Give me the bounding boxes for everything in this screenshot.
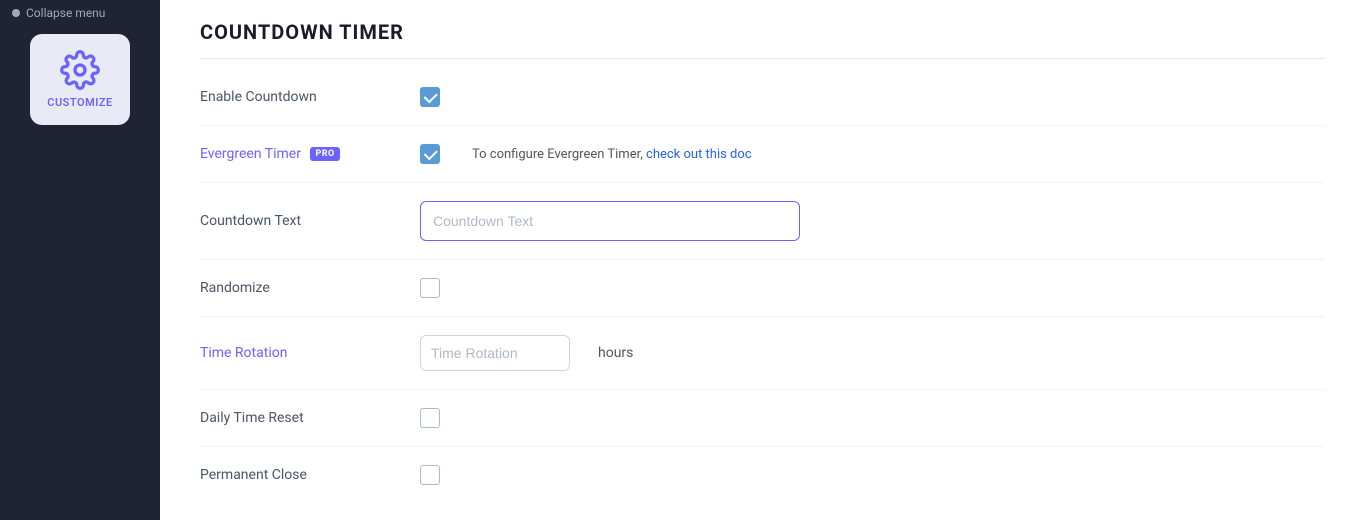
time-rotation-label: Time Rotation	[200, 345, 400, 361]
daily-time-reset-row: Daily Time Reset	[200, 390, 1325, 447]
time-rotation-input[interactable]	[420, 335, 570, 371]
sidebar-item-customize[interactable]: CUSTOMIZE	[30, 34, 130, 125]
evergreen-helper-text: To configure Evergreen Timer, check out …	[472, 147, 752, 162]
hours-label: hours	[598, 345, 633, 361]
daily-time-reset-checkbox[interactable]	[420, 408, 440, 428]
gear-icon	[60, 50, 100, 90]
customize-label: CUSTOMIZE	[47, 96, 112, 109]
randomize-row: Randomize	[200, 260, 1325, 317]
evergreen-doc-link[interactable]: check out this doc	[646, 147, 752, 162]
permanent-close-row: Permanent Close	[200, 447, 1325, 503]
evergreen-timer-checkbox[interactable]	[420, 144, 440, 164]
enable-countdown-row: Enable Countdown	[200, 69, 1325, 126]
permanent-close-label: Permanent Close	[200, 467, 400, 483]
enable-countdown-checkbox[interactable]	[420, 87, 440, 107]
countdown-text-input[interactable]	[420, 201, 800, 241]
page-title: COUNTDOWN TIMER	[200, 20, 1325, 59]
evergreen-timer-row: Evergreen Timer PRO To configure Evergre…	[200, 126, 1325, 183]
form-section: Enable Countdown Evergreen Timer PRO To …	[200, 59, 1325, 503]
permanent-close-checkbox[interactable]	[420, 465, 440, 485]
randomize-label: Randomize	[200, 280, 400, 296]
daily-time-reset-label: Daily Time Reset	[200, 410, 400, 426]
main-content: COUNTDOWN TIMER Enable Countdown Evergre…	[160, 0, 1365, 520]
randomize-checkbox[interactable]	[420, 278, 440, 298]
sidebar: Collapse menu CUSTOMIZE	[0, 0, 160, 520]
countdown-text-row: Countdown Text	[200, 183, 1325, 260]
evergreen-timer-label: Evergreen Timer PRO	[200, 146, 400, 162]
enable-countdown-label: Enable Countdown	[200, 89, 400, 105]
collapse-menu-item[interactable]: Collapse menu	[0, 0, 160, 26]
countdown-text-label: Countdown Text	[200, 213, 400, 229]
time-rotation-row: Time Rotation hours	[200, 317, 1325, 390]
collapse-menu-label: Collapse menu	[26, 6, 105, 20]
pro-badge: PRO	[310, 147, 339, 161]
collapse-menu-icon	[12, 9, 20, 17]
